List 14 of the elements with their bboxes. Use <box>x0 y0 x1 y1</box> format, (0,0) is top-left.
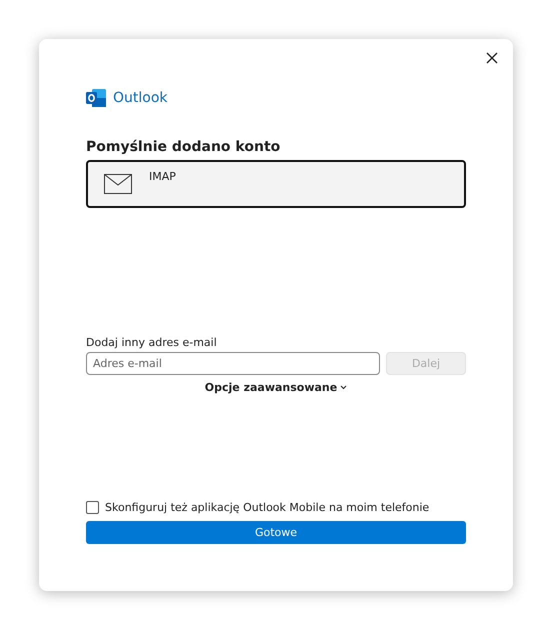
checkbox[interactable] <box>86 501 99 514</box>
email-field[interactable]: Adres e-mail <box>86 352 380 375</box>
envelope-icon <box>104 174 132 194</box>
close-icon <box>486 52 498 64</box>
success-heading: Pomyślnie dodano konto <box>86 139 282 155</box>
advanced-options-link[interactable]: Opcje zaawansowane <box>204 381 348 394</box>
checkbox-label: Skonfiguruj też aplikację Outlook Mobile na moim telefonie <box>105 501 430 514</box>
app-name: Outlook <box>113 90 168 106</box>
account-type: IMAP <box>149 170 176 183</box>
done-button[interactable]: Gotowe <box>86 521 466 544</box>
outlook-logo-icon <box>86 89 106 107</box>
chevron-down-icon <box>340 385 348 390</box>
account-card[interactable]: IMAP <box>86 160 466 208</box>
field-label: Dodaj inny adres e-mail <box>86 336 218 349</box>
